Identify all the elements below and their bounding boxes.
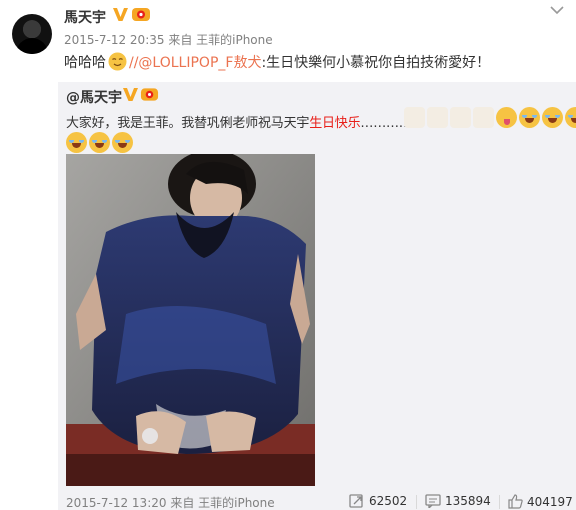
post-meta[interactable]: 2015-7-12 20:35 来自 王菲的iPhone [64,31,273,48]
original-text-red: 生日快乐 [309,116,361,131]
verified-v-icon [113,8,128,21]
comment-button[interactable]: 135894 [425,494,491,508]
laugh-cry-emoji-icon [112,132,133,153]
original-text: 大家好，我是王菲。我替巩俐老师祝马天宇生日快乐………….. [66,112,420,131]
emoji-row-1 [404,107,576,129]
clap-emoji-icon [473,107,494,128]
verified-v-icon [123,88,138,101]
weibo-card: 馬天宇 2015-7-12 20:35 来自 王菲的iPhone 哈哈哈 //@… [0,0,576,510]
original-post: @馬天宇 大家好，我是王菲。我替巩俐老师祝马天宇生日快乐………….. 2015-… [58,82,576,510]
chevron-down-icon[interactable] [549,4,565,16]
thumbs-up-emoji-icon [427,107,448,128]
smile-emoji-icon [108,52,127,71]
post-photo[interactable] [66,154,315,486]
comment-count: 135894 [445,494,491,508]
laugh-cry-emoji-icon [542,107,563,128]
repost-text-start: 哈哈哈 [64,55,106,71]
tongue-emoji-icon [496,107,517,128]
original-username[interactable]: @馬天宇 [66,87,122,107]
repost-button[interactable]: 62502 [349,494,407,508]
original-text-main: 大家好，我是王菲。我替巩俐老师祝马天宇 [66,116,310,131]
like-count: 404197 [527,494,573,509]
post-username[interactable]: 馬天宇 [64,7,106,27]
repost-text: 哈哈哈 //@LOLLIPOP_F敖犬:生日快樂何小慕祝你自拍技術愛好！ [64,52,490,72]
like-button[interactable]: 404197 [508,494,573,509]
repost-text-end: :生日快樂何小慕祝你自拍技術愛好！ [261,55,491,71]
cake-emoji-icon [404,107,425,128]
comment-icon [425,494,441,508]
like-icon [508,494,523,509]
laugh-cry-emoji-icon [66,132,87,153]
repost-icon [349,494,363,508]
repost-count: 62502 [369,494,408,508]
vip-badge-icon[interactable] [140,86,159,103]
original-meta[interactable]: 2015-7-12 13:20 来自 王菲的iPhone [66,494,275,510]
laugh-cry-emoji-icon [565,107,576,128]
vip-badge-icon[interactable] [131,6,151,23]
mention-link[interactable]: //@LOLLIPOP_F敖犬 [129,55,261,71]
victory-emoji-icon [450,107,471,128]
laugh-cry-emoji-icon [519,107,540,128]
emoji-row-2 [66,132,133,154]
laugh-cry-emoji-icon [89,132,110,153]
avatar[interactable] [12,14,52,54]
